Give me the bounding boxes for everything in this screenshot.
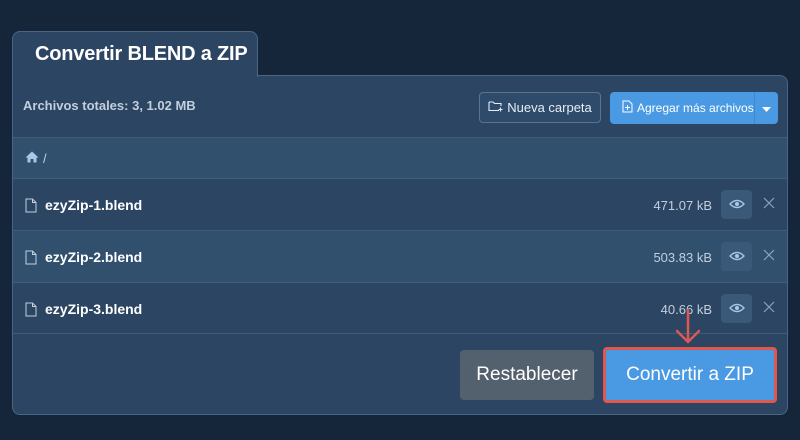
file-icon	[25, 250, 37, 265]
file-row: ezyZip-2.blend 503.83 kB	[13, 230, 787, 282]
breadcrumb: /	[13, 137, 787, 178]
add-files-button[interactable]: Agregar más archivos	[610, 92, 778, 124]
preview-button[interactable]	[721, 190, 752, 219]
add-files-main[interactable]: Agregar más archivos	[610, 92, 754, 124]
file-row: ezyZip-1.blend 471.07 kB	[13, 178, 787, 230]
new-folder-label: Nueva carpeta	[507, 100, 592, 115]
breadcrumb-path: /	[43, 150, 47, 166]
file-list: ezyZip-1.blend 471.07 kB ezyZip-2.blend …	[13, 178, 787, 334]
file-size: 471.07 kB	[653, 198, 712, 213]
file-icon	[25, 198, 37, 213]
close-icon	[763, 196, 775, 214]
caret-down-icon	[762, 101, 771, 115]
file-panel: Archivos totales: 3, 1.02 MB Nueva carpe…	[12, 75, 788, 415]
file-plus-icon	[622, 100, 633, 116]
preview-button[interactable]	[721, 294, 752, 323]
eye-icon	[728, 248, 745, 266]
home-icon[interactable]	[25, 151, 39, 166]
remove-file-button[interactable]	[760, 196, 778, 214]
eye-icon	[728, 196, 745, 214]
preview-button[interactable]	[721, 242, 752, 271]
file-name: ezyZip-2.blend	[45, 249, 143, 265]
toolbar: Archivos totales: 3, 1.02 MB Nueva carpe…	[13, 76, 787, 137]
file-name: ezyZip-3.blend	[45, 301, 143, 317]
close-icon	[763, 248, 775, 266]
eye-icon	[728, 300, 745, 318]
add-files-label: Agregar más archivos	[637, 101, 754, 115]
convert-to-zip-button[interactable]: Convertir a ZIP	[603, 347, 777, 403]
add-files-dropdown-toggle[interactable]	[754, 92, 778, 124]
file-name: ezyZip-1.blend	[45, 197, 143, 213]
folder-plus-icon	[488, 100, 503, 115]
arrow-down-icon	[674, 308, 702, 346]
close-icon	[763, 300, 775, 318]
file-size: 503.83 kB	[653, 250, 712, 265]
tab-title: Convertir BLEND a ZIP	[35, 43, 248, 65]
file-icon	[25, 302, 37, 317]
remove-file-button[interactable]	[760, 248, 778, 266]
total-files-label: Archivos totales: 3, 1.02 MB	[23, 98, 196, 113]
new-folder-button[interactable]: Nueva carpeta	[479, 92, 601, 123]
remove-file-button[interactable]	[760, 300, 778, 318]
converter-tab[interactable]: Convertir BLEND a ZIP	[12, 31, 258, 77]
reset-button[interactable]: Restablecer	[460, 350, 594, 400]
file-row: ezyZip-3.blend 40.66 kB	[13, 282, 787, 334]
